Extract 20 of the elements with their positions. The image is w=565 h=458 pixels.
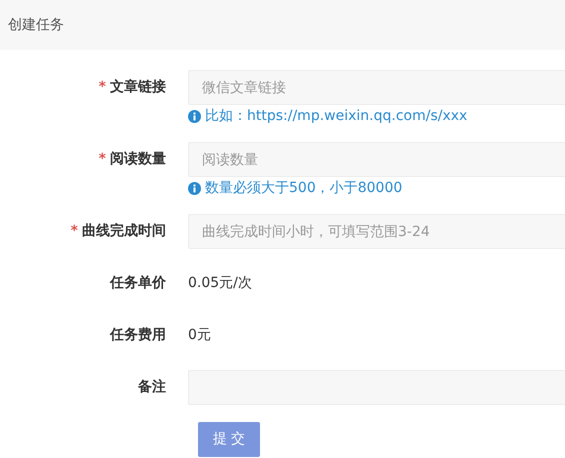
input-field[interactable]: 微信文章链接 bbox=[188, 70, 565, 105]
required-mark: * bbox=[98, 150, 106, 169]
field-label: 阅读数量 bbox=[110, 150, 166, 169]
info-icon bbox=[188, 182, 201, 194]
field-label: 任务费用 bbox=[110, 326, 166, 345]
page-title: 创建任务 bbox=[8, 16, 64, 34]
submit-button[interactable]: 提 交 bbox=[198, 422, 260, 457]
field-label: 曲线完成时间 bbox=[82, 222, 166, 241]
field-value: 0元 bbox=[188, 326, 211, 345]
input-field[interactable]: 曲线完成时间小时，可填写范围3-24 bbox=[188, 214, 565, 249]
input-field[interactable]: 阅读数量 bbox=[188, 142, 565, 177]
required-mark: * bbox=[98, 78, 106, 97]
hint-text: 比如：https://mp.weixin.qq.com/s/xxx bbox=[205, 106, 468, 126]
field-label: 任务单价 bbox=[110, 274, 166, 293]
field-value: 0.05元/次 bbox=[188, 274, 252, 293]
info-icon bbox=[188, 110, 201, 122]
required-mark: * bbox=[70, 222, 78, 241]
hint-text: 数量必须大于500，小于80000 bbox=[205, 178, 402, 198]
field-label: 文章链接 bbox=[110, 78, 166, 97]
field-label: 备注 bbox=[138, 378, 166, 397]
